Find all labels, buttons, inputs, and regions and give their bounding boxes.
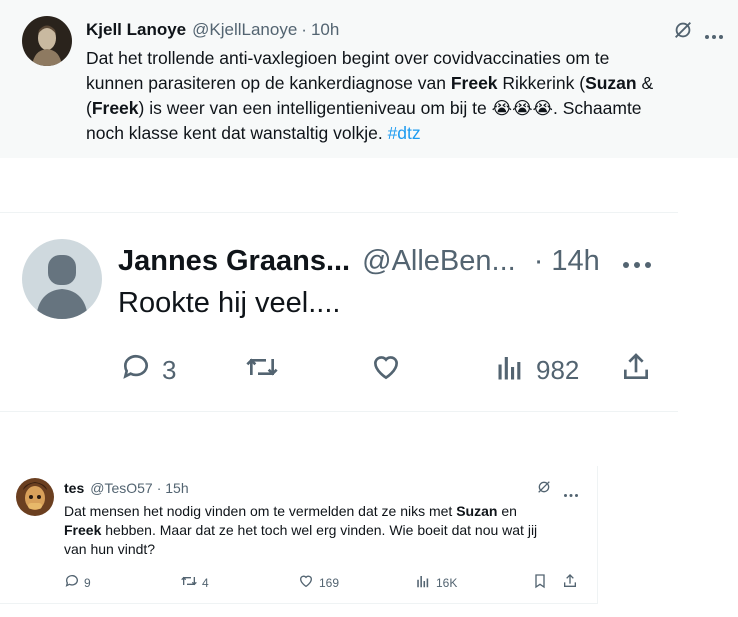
avatar[interactable]	[16, 478, 54, 516]
share-button[interactable]	[620, 351, 652, 388]
grok-icon[interactable]	[672, 19, 694, 46]
timestamp[interactable]: · 15h	[157, 480, 189, 496]
reply-count: 3	[162, 355, 177, 385]
share-icon	[562, 573, 578, 594]
grok-icon[interactable]	[536, 479, 552, 500]
display-name[interactable]: tes	[64, 480, 84, 496]
mention-freek: Freek	[450, 73, 498, 93]
tweet-kjell-lanoye[interactable]: Kjell Lanoye @KjellLanoye · 10h Dat het …	[0, 0, 738, 158]
mention-freek: Freek	[91, 98, 139, 118]
tweet-text: Dat mensen het nodig vinden om te vermel…	[64, 503, 538, 557]
mention-freek: Freek	[64, 522, 102, 538]
views-icon	[416, 573, 431, 592]
repost-icon	[180, 573, 198, 592]
reply-count: 9	[84, 575, 91, 590]
tweet-text: Rookte hij veel....	[118, 287, 341, 319]
timestamp[interactable]: · 14h	[534, 245, 600, 278]
like-count: 169	[319, 575, 340, 590]
avatar[interactable]	[22, 239, 102, 319]
bookmark-icon	[532, 573, 548, 594]
more-icon[interactable]	[622, 256, 652, 274]
mention-suzan: Suzan	[585, 73, 637, 93]
like-button[interactable]: 169	[298, 573, 339, 592]
more-icon[interactable]	[704, 27, 724, 45]
like-icon	[298, 573, 314, 592]
tweet-tes[interactable]: tes @TesO57 · 15h Dat mensen het nodig v…	[0, 466, 598, 604]
reply-icon	[120, 351, 152, 390]
reply-icon	[64, 573, 80, 592]
repost-button[interactable]	[244, 351, 280, 390]
like-button[interactable]	[370, 351, 402, 390]
tweet-text: Dat het trollende anti-vaxlegioen begint…	[86, 48, 654, 143]
display-name[interactable]: Kjell Lanoye	[86, 20, 186, 40]
views-button[interactable]: 982	[496, 351, 579, 390]
share-icon	[620, 351, 652, 388]
timestamp[interactable]: 10h	[311, 20, 339, 40]
divider	[0, 411, 678, 412]
time-separator: ·	[301, 20, 307, 39]
reply-button[interactable]: 3	[120, 351, 176, 390]
avatar[interactable]	[22, 16, 72, 66]
mention-suzan: Suzan	[456, 503, 498, 519]
display-name[interactable]: Jannes Graans...	[118, 245, 350, 278]
bookmark-button[interactable]	[532, 573, 548, 594]
handle[interactable]: @TesO57	[90, 480, 152, 496]
views-count: 16K	[436, 575, 458, 590]
tweet-jannes[interactable]: Jannes Graans... @AlleBen... · 14h Rookt…	[0, 213, 678, 412]
reply-button[interactable]: 9	[64, 573, 91, 592]
handle[interactable]: @AlleBen...	[362, 245, 516, 278]
repost-icon	[244, 351, 280, 390]
more-icon[interactable]	[563, 485, 579, 503]
hashtag-link[interactable]: #dtz	[388, 123, 421, 143]
views-icon	[496, 351, 526, 390]
share-button[interactable]	[562, 573, 578, 594]
views-count: 982	[536, 355, 580, 385]
repost-button[interactable]: 4	[180, 573, 209, 592]
crying-emoji: 😭😭😭	[491, 98, 554, 118]
like-icon	[370, 351, 402, 390]
views-button[interactable]: 16K	[416, 573, 457, 592]
divider	[0, 212, 678, 213]
handle[interactable]: @KjellLanoye	[192, 20, 297, 40]
repost-count: 4	[202, 575, 209, 590]
